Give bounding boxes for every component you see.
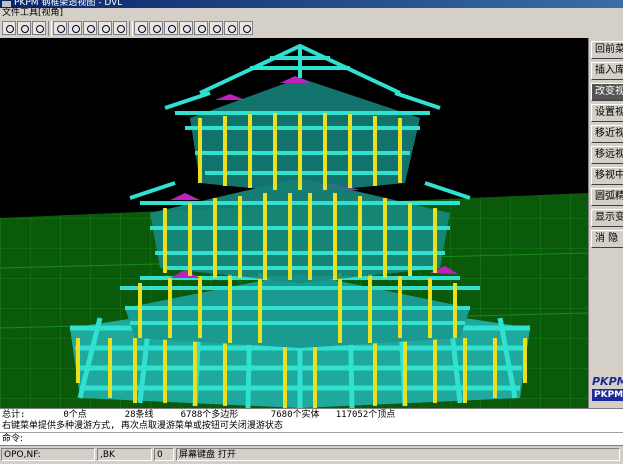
status-bk-value: 0: [154, 448, 174, 461]
zoom-in-icon[interactable]: [164, 21, 178, 35]
logo-text-bottom: PKPM: [592, 389, 623, 401]
command-line[interactable]: 命令:: [0, 432, 623, 445]
app-icon: [2, 1, 11, 7]
side-btn-move-near[interactable]: 移近视: [591, 125, 623, 143]
move-icon[interactable]: [194, 21, 208, 35]
zoom-all-icon[interactable]: [209, 21, 223, 35]
toolbar-separator: [129, 21, 133, 36]
side-btn-move-far[interactable]: 移远视: [591, 146, 623, 164]
logo-text-top: PKPM: [592, 375, 623, 388]
side-btn-insert-library[interactable]: 插入库: [591, 62, 623, 80]
side-btn-change-view[interactable]: 改变视: [591, 83, 623, 101]
pagoda-frame-model: [0, 43, 588, 408]
refresh-icon[interactable]: [113, 21, 127, 35]
status-bk-label: ,BK: [97, 448, 152, 461]
zoom-window-icon[interactable]: [149, 21, 163, 35]
zoom-minus-icon[interactable]: [239, 21, 253, 35]
menu-item-view-angle[interactable]: [视角]: [38, 8, 63, 19]
grid-icon[interactable]: [83, 21, 97, 35]
layer-icon[interactable]: [98, 21, 112, 35]
window-title: PKPM 钢框架透视图 - DVL: [14, 0, 123, 8]
side-btn-arc-precision[interactable]: 圆弧精: [591, 188, 623, 206]
status-coords: OPO,NF:: [1, 448, 95, 461]
side-menu: 回前菜单 插入库 改变视 设置视 移近视 移远视 移视中 圆弧精 显示变 消 隐…: [588, 38, 623, 408]
side-btn-hide[interactable]: 消 隐: [591, 230, 623, 248]
draw-icon[interactable]: [32, 21, 46, 35]
menu-bar: 文件工具 [视角]: [0, 8, 623, 19]
command-prompt: 命令:: [2, 434, 24, 444]
side-btn-move-center[interactable]: 移视中: [591, 167, 623, 185]
status-screen-keyboard[interactable]: 屏幕键盘 打开: [176, 448, 620, 461]
console-output: 总计: 0个点 28条线 6788个多边形 7680个实体 117052个顶点 …: [0, 408, 623, 433]
zoom-out-icon[interactable]: [179, 21, 193, 35]
side-btn-set-view[interactable]: 设置视: [591, 104, 623, 122]
open-icon[interactable]: [17, 21, 31, 35]
zoom-plus-icon[interactable]: [224, 21, 238, 35]
console-line-totals: 总计: 0个点 28条线 6788个多边形 7680个实体 117052个顶点: [2, 410, 396, 420]
3d-viewport[interactable]: [0, 38, 588, 408]
pan-icon[interactable]: [134, 21, 148, 35]
menu-item-file-tools[interactable]: 文件工具: [2, 8, 38, 19]
print-icon[interactable]: [2, 21, 16, 35]
title-bar: PKPM 钢框架透视图 - DVL: [0, 0, 623, 8]
status-bar: OPO,NF: ,BK 0 屏幕键盘 打开: [0, 445, 623, 464]
toolbar-separator: [48, 21, 52, 36]
toolbar: [0, 19, 623, 39]
side-btn-return-menu[interactable]: 回前菜单: [591, 41, 623, 59]
rotate-icon[interactable]: [53, 21, 67, 35]
camera-icon[interactable]: [68, 21, 82, 35]
upper-level: [129, 178, 471, 283]
side-btn-display-change[interactable]: 显示变: [591, 209, 623, 227]
console-line-hint: 右键菜单提供多种漫游方式, 再次点取漫游菜单或按钮可关闭漫游状态: [2, 421, 283, 431]
pkpm-logo: PKPM PKPM: [592, 375, 623, 403]
